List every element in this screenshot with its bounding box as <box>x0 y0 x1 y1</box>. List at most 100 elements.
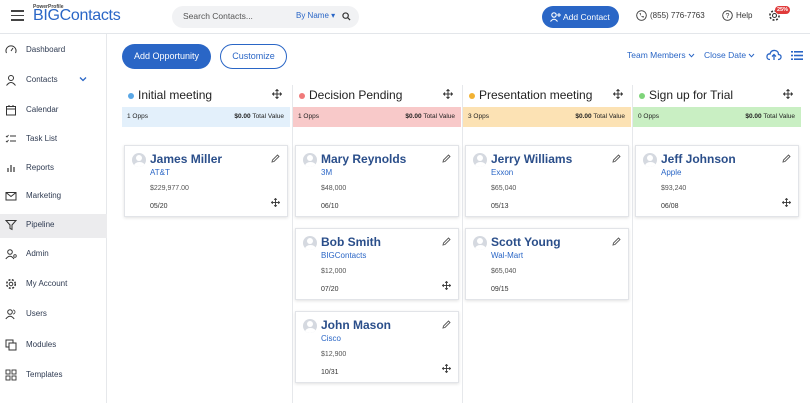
opportunity-card[interactable]: Mary Reynolds 3M $48,000 06/10 <box>295 145 459 217</box>
phone-number: (855) 776-7763 <box>650 11 705 20</box>
pipeline-column-initial-meeting: Initial meeting 1 Opps $0.00 Total Value… <box>122 85 290 403</box>
sidebar-item-label: Marketing <box>26 191 62 200</box>
contact-name[interactable]: Jeff Johnson <box>661 152 736 166</box>
edit-pencil-icon[interactable] <box>612 154 621 163</box>
hamburger-menu-icon[interactable] <box>11 10 24 21</box>
opportunity-card[interactable]: Bob Smith BIGContacts $12,000 07/20 <box>295 228 459 300</box>
team-members-dropdown[interactable]: Team Members <box>627 50 695 60</box>
sidebar-item-label: My Account <box>26 279 68 288</box>
sidebar-item-users[interactable]: Users <box>0 303 107 327</box>
opps-count: 1 Opps <box>127 113 148 120</box>
sidebar-item-calendar[interactable]: Calendar <box>0 99 107 123</box>
close-date: 10/31 <box>321 369 339 376</box>
total-value: $0.00 Total Value <box>234 113 284 120</box>
sidebar-item-pipeline[interactable]: Pipeline <box>0 214 107 238</box>
move-icon[interactable] <box>783 89 793 99</box>
move-icon[interactable] <box>442 364 451 373</box>
total-value: $0.00 Total Value <box>745 113 795 120</box>
edit-pencil-icon[interactable] <box>442 237 451 246</box>
sidebar-item-label: Templates <box>26 370 63 379</box>
sidebar: Dashboard Contacts Calendar Task List Re… <box>0 34 107 403</box>
move-icon[interactable] <box>442 281 451 290</box>
add-contact-button[interactable]: Add Contact <box>542 6 619 28</box>
avatar <box>132 153 146 167</box>
sidebar-item-contacts[interactable]: Contacts <box>0 69 107 93</box>
sidebar-item-templates[interactable]: Templates <box>0 364 107 388</box>
sidebar-item-modules[interactable]: Modules <box>0 334 107 358</box>
add-person-icon <box>550 12 561 22</box>
opportunity-card[interactable]: Scott Young Wal-Mart $65,040 09/15 <box>465 228 629 300</box>
sidebar-item-label: Calendar <box>26 105 59 114</box>
avatar <box>303 153 317 167</box>
search-icon[interactable] <box>342 12 351 21</box>
customize-button[interactable]: Customize <box>220 44 287 69</box>
total-label: Total Value <box>423 113 455 120</box>
company-name[interactable]: Exxon <box>491 168 513 177</box>
contact-name[interactable]: Mary Reynolds <box>321 152 406 166</box>
stage-dot <box>299 93 305 99</box>
column-summary: 1 Opps $0.00 Total Value <box>122 107 290 127</box>
column-header[interactable]: Sign up for Trial <box>633 85 801 107</box>
search-bar[interactable]: Search Contacts... By Name ▾ <box>172 6 359 28</box>
contact-name[interactable]: Jerry Williams <box>491 152 572 166</box>
close-date: 05/13 <box>491 203 509 210</box>
company-name[interactable]: Cisco <box>321 334 341 343</box>
logo[interactable]: BIGContacts <box>33 7 121 25</box>
opportunity-card[interactable]: Jerry Williams Exxon $65,040 05/13 <box>465 145 629 217</box>
sidebar-item-dashboard[interactable]: Dashboard <box>0 39 107 63</box>
edit-pencil-icon[interactable] <box>782 154 791 163</box>
company-name[interactable]: BIGContacts <box>321 251 366 260</box>
move-icon[interactable] <box>271 198 280 207</box>
sidebar-item-task-list[interactable]: Task List <box>0 128 107 152</box>
company-name[interactable]: AT&T <box>150 168 170 177</box>
sidebar-item-label: Modules <box>26 340 57 349</box>
search-filter-dropdown[interactable]: By Name ▾ <box>296 11 335 20</box>
list-view-icon[interactable] <box>791 51 803 60</box>
sidebar-item-admin[interactable]: Admin <box>0 243 107 267</box>
stage-dot <box>128 93 134 99</box>
funnel-icon <box>5 220 17 231</box>
close-date-dropdown[interactable]: Close Date <box>704 50 755 60</box>
sidebar-item-marketing[interactable]: Marketing <box>0 185 107 209</box>
opps-count: 3 Opps <box>468 113 489 120</box>
contact-name[interactable]: Bob Smith <box>321 235 381 249</box>
company-name[interactable]: Apple <box>661 168 681 177</box>
edit-pencil-icon[interactable] <box>442 154 451 163</box>
avatar <box>303 236 317 250</box>
sidebar-item-label: Reports <box>26 163 55 172</box>
total-amount: $0.00 <box>405 113 422 120</box>
column-header[interactable]: Initial meeting <box>122 85 290 107</box>
deal-amount: $12,000 <box>321 268 347 275</box>
column-header[interactable]: Decision Pending <box>293 85 461 107</box>
deal-amount: $93,240 <box>661 185 687 192</box>
column-header[interactable]: Presentation meeting <box>463 85 631 107</box>
edit-pencil-icon[interactable] <box>612 237 621 246</box>
sidebar-item-reports[interactable]: Reports <box>0 157 107 181</box>
add-opportunity-button[interactable]: Add Opportunity <box>122 44 211 69</box>
cloud-upload-icon[interactable] <box>766 49 782 61</box>
deal-amount: $48,000 <box>321 185 347 192</box>
company-name[interactable]: Wal-Mart <box>491 251 523 260</box>
move-icon[interactable] <box>443 89 453 99</box>
sidebar-item-label: Task List <box>26 134 58 143</box>
opportunity-card[interactable]: Jeff Johnson Apple $93,240 06/08 <box>635 145 799 217</box>
move-icon[interactable] <box>272 89 282 99</box>
company-name[interactable]: 3M <box>321 168 332 177</box>
edit-pencil-icon[interactable] <box>442 320 451 329</box>
team-members-label: Team Members <box>627 50 686 60</box>
sidebar-item-label: Pipeline <box>26 220 55 229</box>
column-title: Initial meeting <box>138 88 213 102</box>
sidebar-item-my-account[interactable]: My Account <box>0 273 107 297</box>
move-icon[interactable] <box>782 198 791 207</box>
chevron-down-icon[interactable] <box>79 76 87 82</box>
stage-dot <box>469 93 475 99</box>
move-icon[interactable] <box>613 89 623 99</box>
search-input[interactable]: Search Contacts... <box>183 11 253 21</box>
edit-pencil-icon[interactable] <box>271 154 280 163</box>
contact-name[interactable]: John Mason <box>321 318 391 332</box>
contact-name[interactable]: James Miller <box>150 152 222 166</box>
contact-name[interactable]: Scott Young <box>491 235 561 249</box>
opportunity-card[interactable]: John Mason Cisco $12,900 10/31 <box>295 311 459 383</box>
opportunity-card[interactable]: James Miller AT&T $229,977.00 05/20 <box>124 145 288 217</box>
top-bar: PowerProfile BIGContacts Search Contacts… <box>0 0 810 34</box>
